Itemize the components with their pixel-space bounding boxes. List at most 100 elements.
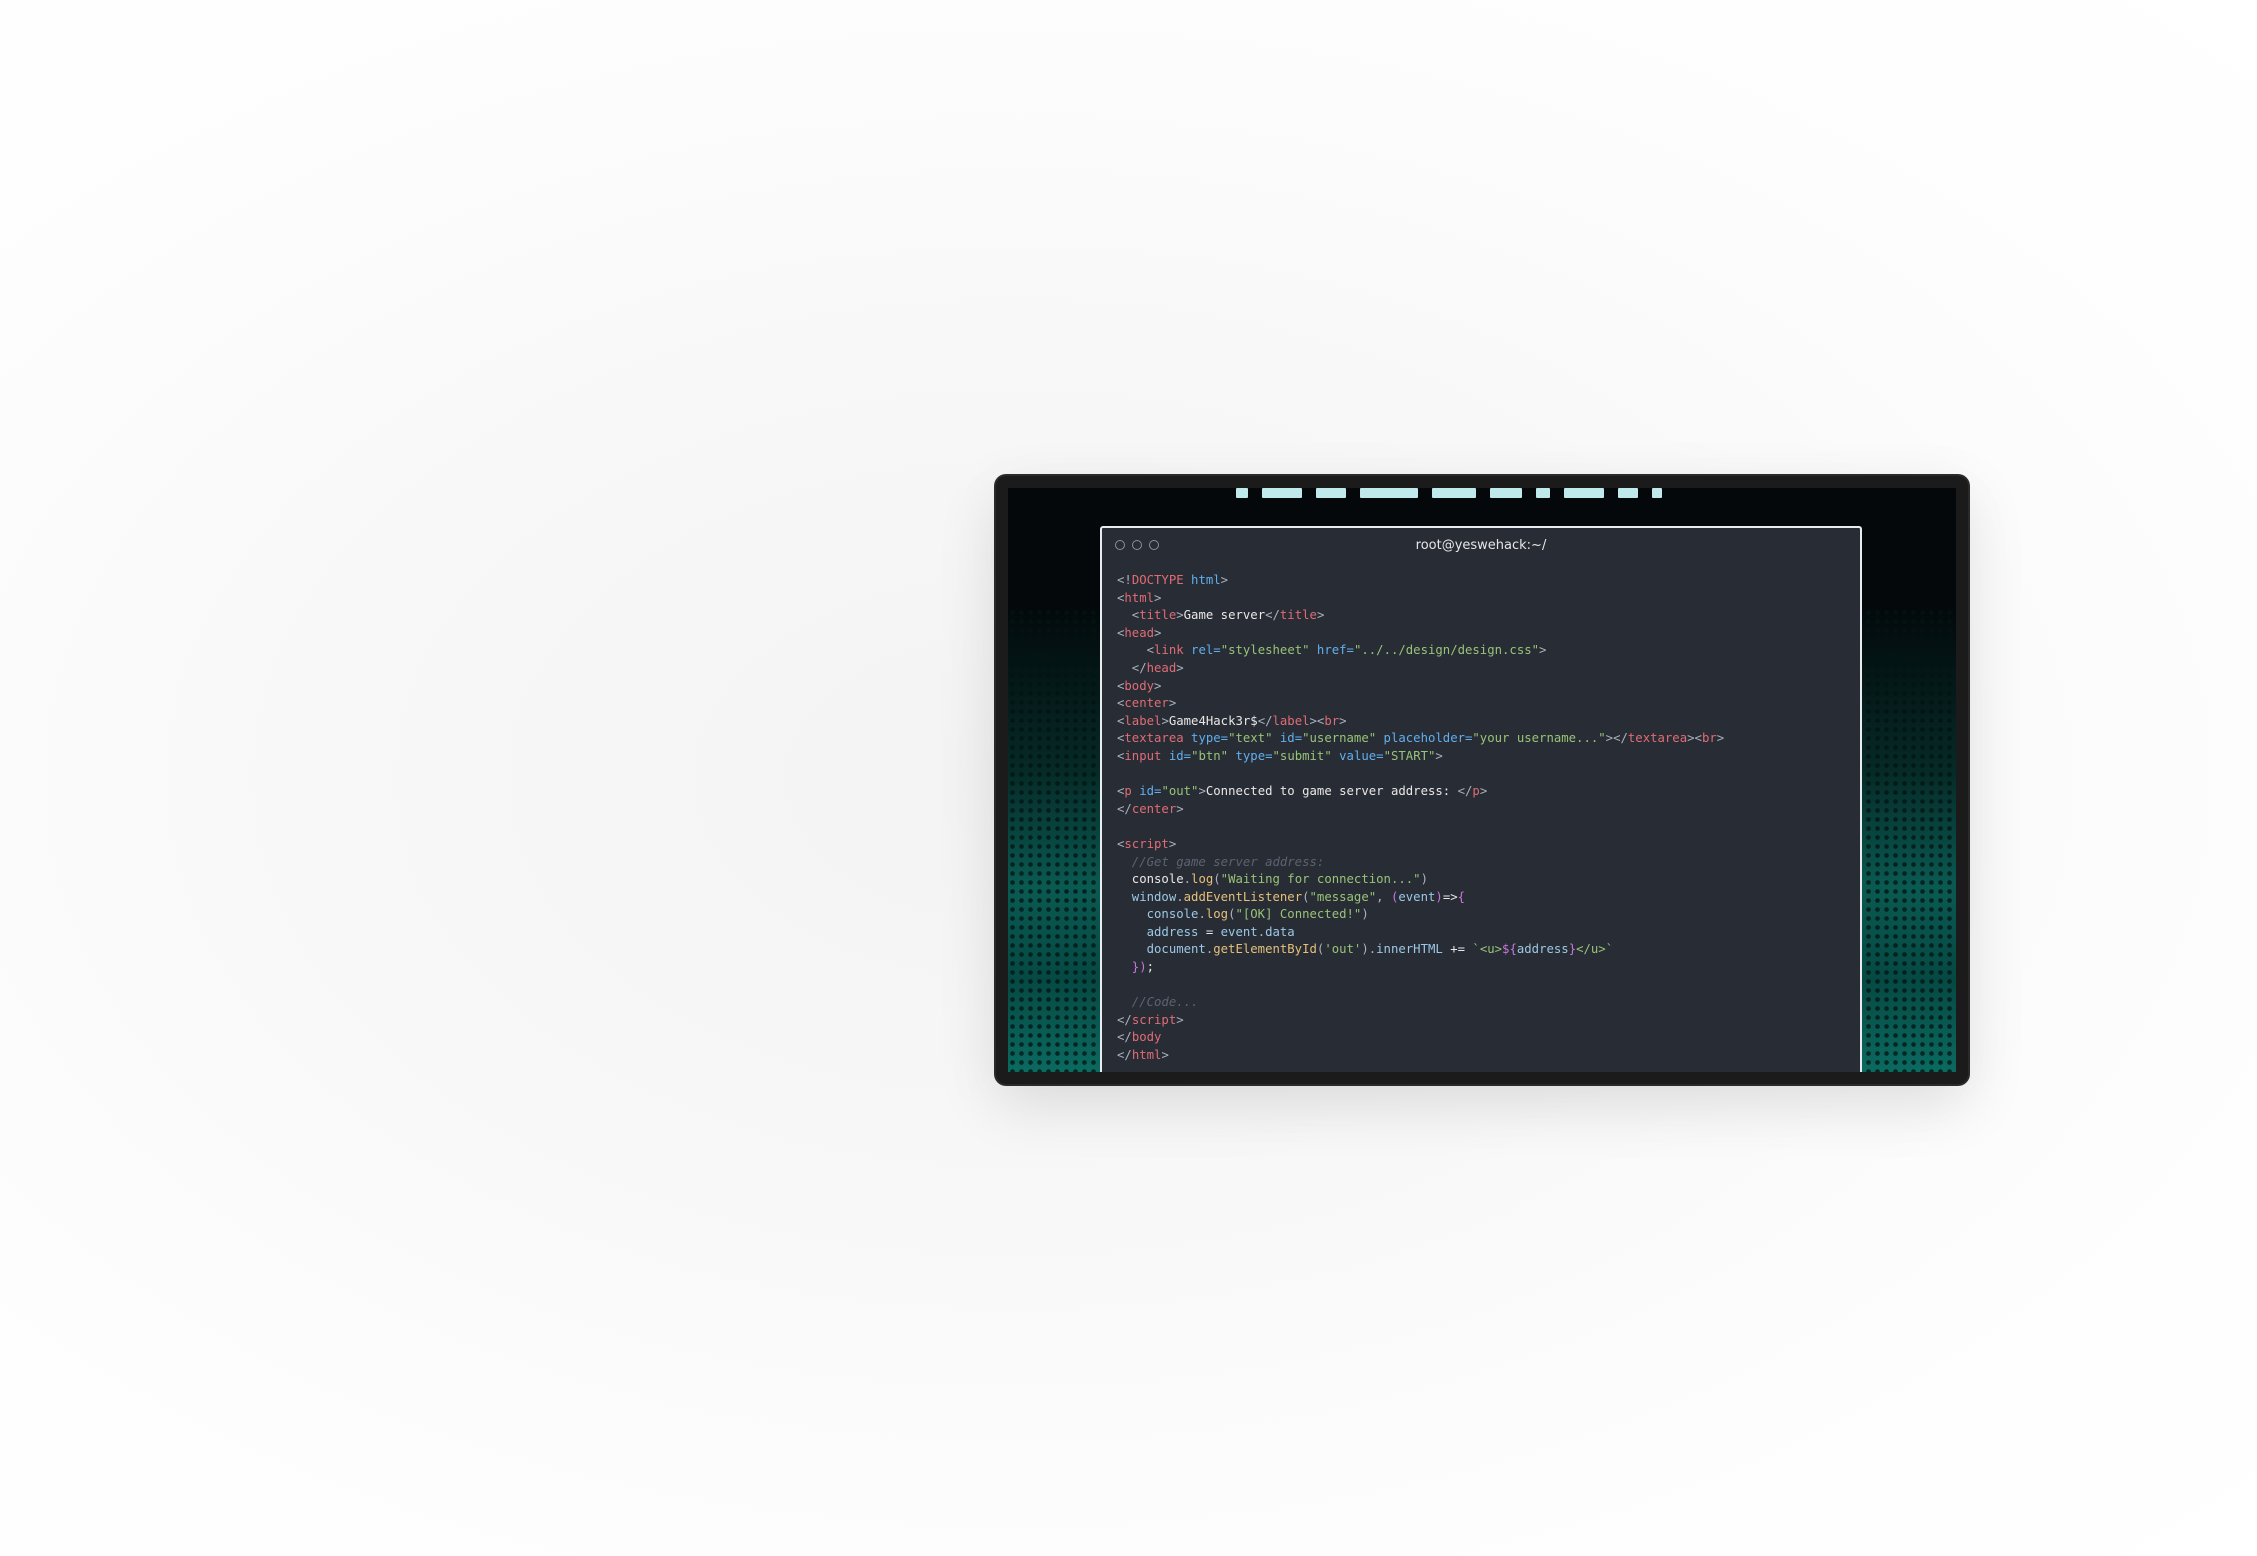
code-line: });	[1117, 959, 1860, 977]
code-token: event	[1220, 924, 1258, 939]
code-token: center	[1131, 801, 1177, 816]
code-token: {	[1457, 889, 1466, 904]
code-line: <head>	[1117, 625, 1860, 643]
code-token: title	[1279, 608, 1317, 623]
code-token: address	[1117, 924, 1199, 939]
code-line: <body>	[1117, 678, 1860, 696]
code-line: console.log("Waiting for connection...")	[1117, 871, 1860, 889]
code-token: event	[1398, 889, 1436, 904]
code-token: <	[1117, 608, 1140, 623]
code-line: </html>	[1117, 1047, 1860, 1065]
code-token: ).	[1361, 942, 1377, 957]
code-line: document.getElementById('out').innerHTML…	[1117, 941, 1860, 959]
code-token: Game server	[1183, 608, 1266, 623]
code-token: type=	[1228, 748, 1273, 763]
code-token: getElementById	[1213, 942, 1317, 957]
terminal-window[interactable]: root@yeswehack:~/ <!DOCTYPE html> <html> …	[1100, 526, 1862, 1072]
code-token: >	[1176, 660, 1184, 675]
code-token: data	[1265, 924, 1295, 939]
code-line: <link rel="stylesheet" href="../../desig…	[1117, 642, 1860, 660]
code-line: <input id="btn" type="submit" value="STA…	[1117, 748, 1860, 766]
code-token: >	[1316, 608, 1325, 623]
code-line: address = event.data	[1117, 924, 1860, 942]
code-token: >	[1176, 608, 1184, 623]
code-token: =>	[1442, 889, 1458, 904]
code-token: value=	[1331, 748, 1384, 763]
code-token: "../../design/design.css"	[1353, 643, 1540, 658]
code-token: //Get game server address:	[1117, 854, 1325, 869]
screen: root@yeswehack:~/ <!DOCTYPE html> <html> …	[1008, 488, 1956, 1072]
code-token: (	[1213, 872, 1221, 887]
code-token: </	[1117, 660, 1147, 675]
code-token: >	[1716, 731, 1725, 746]
code-line: window.addEventListener("message", (even…	[1117, 889, 1860, 907]
dot-pattern-right	[1846, 608, 1956, 1072]
device-frame: root@yeswehack:~/ <!DOCTYPE html> <html> …	[996, 476, 1968, 1084]
code-token: "submit"	[1272, 748, 1332, 763]
code-token: body	[1131, 1030, 1162, 1045]
code-token: ;	[1146, 960, 1155, 975]
code-token: head	[1146, 660, 1177, 675]
code-token: br	[1701, 731, 1717, 746]
code-token: console	[1117, 907, 1199, 922]
code-token: >	[1154, 590, 1162, 605]
code-token: >	[1154, 678, 1162, 693]
code-token: head	[1124, 625, 1155, 640]
code-line: <title>Game server</title>	[1117, 607, 1860, 625]
code-token: .	[1176, 889, 1184, 904]
code-token: 'out'	[1324, 942, 1362, 957]
code-token: html	[1183, 573, 1221, 587]
code-token: ,	[1376, 889, 1391, 904]
code-token: id=	[1161, 748, 1192, 763]
code-token: label	[1124, 713, 1162, 728]
code-token: log	[1191, 872, 1214, 887]
code-token: >	[1176, 1012, 1184, 1027]
code-token: >	[1168, 836, 1177, 851]
code-token: =	[1198, 924, 1221, 939]
code-token: type=	[1183, 731, 1229, 746]
code-token: DOCTYPE	[1131, 573, 1184, 587]
code-token: >	[1198, 784, 1206, 799]
code-token: </	[1265, 608, 1280, 623]
code-token: ></	[1605, 731, 1628, 746]
code-token: html	[1131, 1048, 1162, 1063]
code-token: ${	[1502, 942, 1517, 957]
code-line: </center>	[1117, 801, 1860, 819]
code-token: </	[1117, 1030, 1132, 1045]
code-token: </	[1117, 1048, 1132, 1063]
code-token: script	[1131, 1012, 1177, 1027]
code-token: </	[1257, 713, 1273, 728]
code-token: document	[1117, 942, 1206, 957]
code-token: rel=	[1183, 643, 1221, 658]
code-token: textarea	[1124, 731, 1184, 746]
code-token: label	[1272, 713, 1310, 728]
code-line: <p id="out">Connected to game server add…	[1117, 783, 1860, 801]
code-token: </	[1117, 1012, 1132, 1027]
code-token: "btn"	[1191, 748, 1229, 763]
code-token: >	[1161, 713, 1169, 728]
code-token: input	[1124, 748, 1162, 763]
code-token: p	[1472, 784, 1480, 799]
code-token: "out"	[1161, 784, 1199, 799]
code-line: console.log("[OK] Connected!")	[1117, 906, 1860, 924]
code-token: >	[1168, 696, 1177, 711]
code-token: >	[1161, 1048, 1169, 1063]
code-token: </u>`	[1576, 942, 1614, 957]
code-token: .	[1183, 872, 1192, 887]
code-line: <script>	[1117, 836, 1860, 854]
code-line: <textarea type="text" id="username" plac…	[1117, 730, 1860, 748]
code-token: textarea	[1627, 731, 1688, 746]
code-token: "username"	[1302, 731, 1377, 746]
code-token: +=	[1442, 942, 1473, 957]
code-line: </body	[1117, 1029, 1860, 1047]
terminal-titlebar[interactable]: root@yeswehack:~/	[1102, 528, 1860, 558]
code-token: >	[1479, 784, 1488, 799]
code-line: </script>	[1117, 1012, 1860, 1030]
code-token: p	[1124, 784, 1132, 799]
code-token: >	[1176, 801, 1184, 816]
code-token: <	[1117, 643, 1155, 658]
code-token: "your username..."	[1472, 731, 1606, 746]
code-token: //Code...	[1117, 995, 1199, 1010]
code-token: >	[1220, 573, 1229, 587]
